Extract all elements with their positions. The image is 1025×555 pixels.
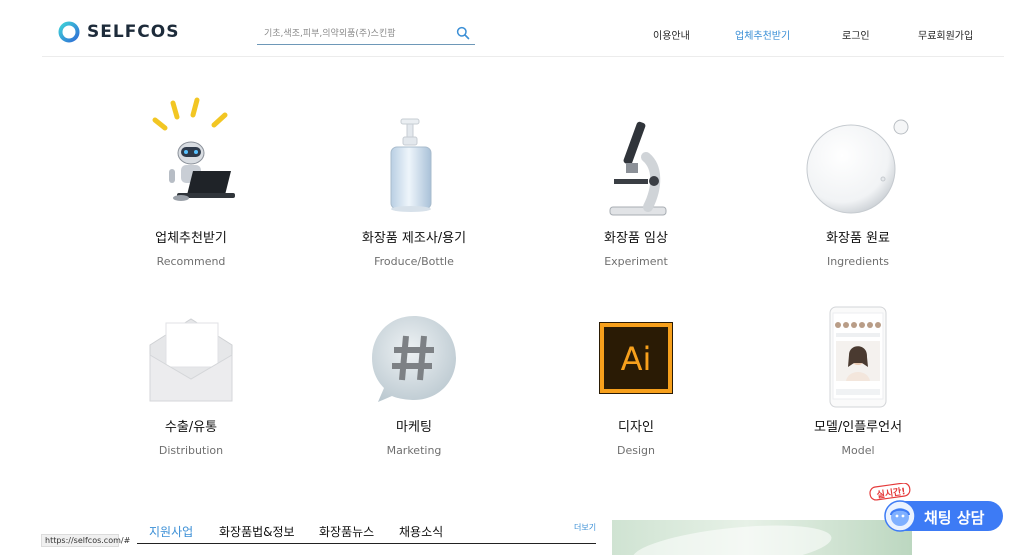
logo-icon [58,21,80,43]
category-distribution[interactable]: 수출/유통 Distribution [81,310,301,470]
category-title: 화장품 임상 [604,231,668,246]
more-link[interactable]: 더보기 [574,522,596,533]
news-tabs: 지원사업 화장품법&정보 화장품뉴스 채용소식 [137,518,596,544]
category-ingredients[interactable]: 화장품 원료 Ingredients [748,95,968,275]
chat-agent-icon [884,500,916,532]
category-title: 마케팅 [396,420,432,435]
category-subtitle: Model [841,444,875,457]
category-model[interactable]: 모델/인플루언서 Model [748,305,968,470]
tab-recruit[interactable]: 채용소식 [399,523,443,540]
hashtag-icon [372,316,456,402]
search-bar [257,24,475,45]
chat-label: 채팅 상담 [924,509,985,527]
category-recommend[interactable]: 업체추천받기 Recommend [81,95,301,275]
tab-news[interactable]: 화장품뉴스 [319,523,374,540]
chat-button[interactable]: 채팅 상담 [884,500,1003,532]
category-subtitle: Marketing [386,444,442,457]
status-url: https://selfcos.com/# [41,534,130,547]
nav-login[interactable]: 로그인 [842,27,870,42]
category-subtitle: Froduce/Bottle [374,255,454,268]
bubble-icon [806,119,909,214]
tab-support[interactable]: 지원사업 [149,523,193,540]
category-subtitle: Ingredients [826,255,890,268]
category-subtitle: Design [617,444,655,457]
nav-guide[interactable]: 이용안내 [653,27,690,42]
logo[interactable]: SELFCOS [58,21,179,43]
microscope-icon [609,121,667,216]
chat-badge: 실시간! [868,483,914,501]
envelope-icon [149,318,233,402]
category-title: 화장품 제조사/용기 [361,231,467,246]
robot-icon [152,97,235,201]
category-subtitle: Distribution [158,444,224,457]
phone-model-icon [829,306,887,408]
header-divider [42,56,1004,57]
search-icon[interactable] [456,26,470,40]
svg-text:Ai: Ai [621,340,652,378]
category-title: 화장품 원료 [826,231,890,246]
category-title: 업체추천받기 [155,231,227,246]
category-subtitle: Experiment [604,255,668,268]
category-design[interactable]: Ai 디자인 Design [526,310,746,470]
search-input[interactable] [264,26,449,42]
category-produce-bottle[interactable]: 화장품 제조사/용기 Froduce/Bottle [304,95,524,275]
brand-name: SELFCOS [87,22,180,42]
category-title: 수출/유통 [164,420,218,435]
category-experiment[interactable]: 화장품 임상 Experiment [526,95,746,275]
illustrator-icon: Ai [599,322,673,394]
header: SELFCOS 이용안내 업체추천받기 로그인 무료회원가입 [0,0,1025,58]
category-title: 모델/인플루언서 [813,420,903,435]
nav-recommend[interactable]: 업체추천받기 [735,27,790,42]
category-subtitle: Recommend [156,255,226,268]
category-title: 디자인 [618,420,654,435]
promo-banner[interactable] [612,520,912,555]
banner-highlight [630,520,834,555]
category-marketing[interactable]: 마케팅 Marketing [304,310,524,470]
tab-law-info[interactable]: 화장품법&정보 [219,523,295,540]
nav-signup[interactable]: 무료회원가입 [918,27,973,42]
pump-bottle-icon [390,118,432,212]
